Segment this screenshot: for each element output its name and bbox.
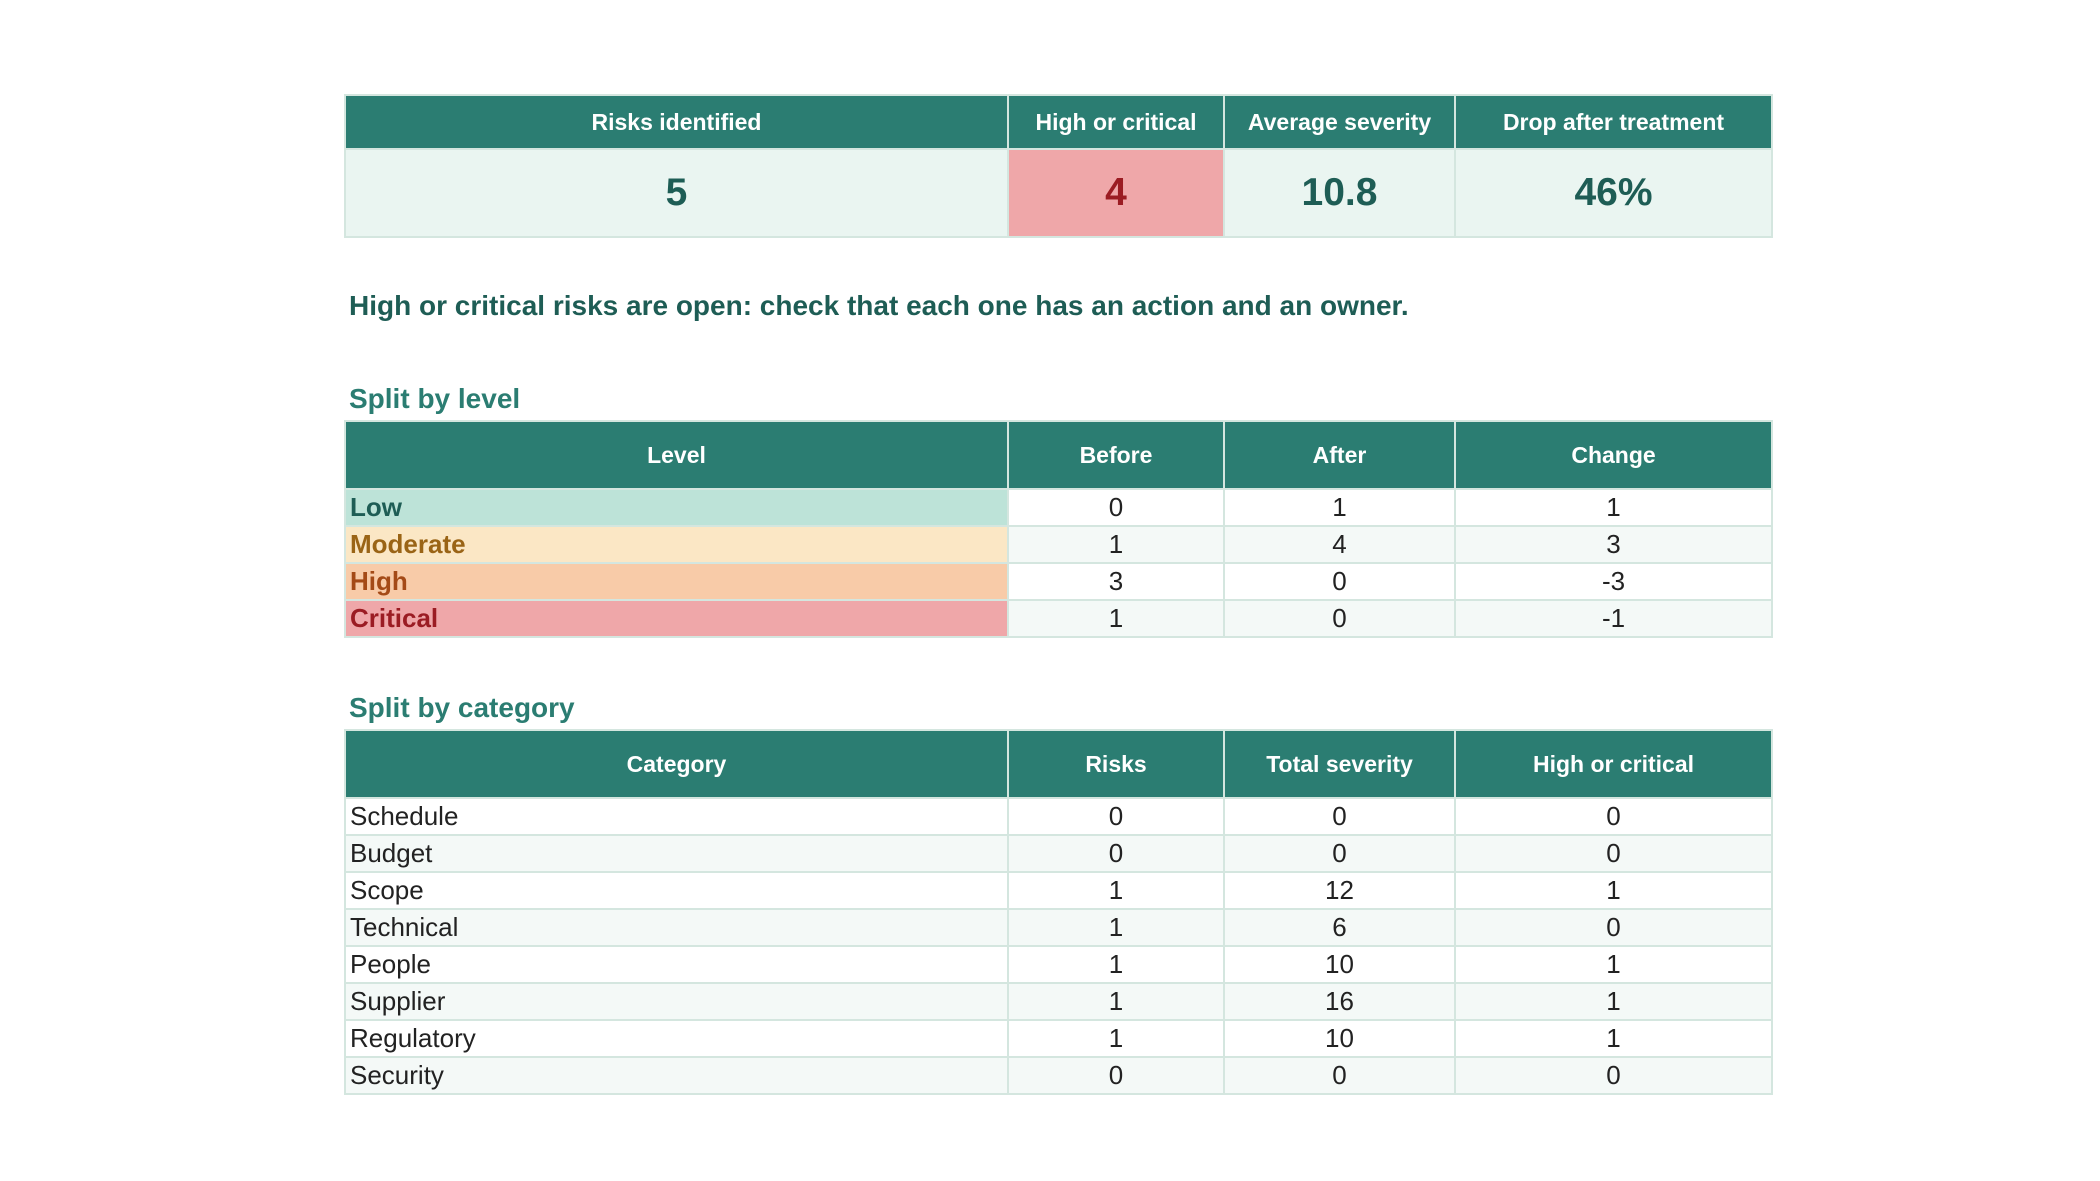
category-row-regulatory: Regulatory 1 10 1 [344, 1019, 1773, 1058]
category-cell-name[interactable]: Technical [344, 908, 1009, 947]
category-cell-high-or-critical[interactable]: 0 [1454, 1056, 1773, 1095]
category-cell-high-or-critical[interactable]: 0 [1454, 797, 1773, 836]
kpi-value-high-or-critical[interactable]: 4 [1007, 148, 1225, 238]
category-cell-high-or-critical[interactable]: 1 [1454, 982, 1773, 1021]
level-cell-before[interactable]: 3 [1007, 562, 1225, 601]
level-cell-change[interactable]: 1 [1454, 488, 1773, 527]
category-cell-total-severity[interactable]: 10 [1223, 1019, 1456, 1058]
category-cell-total-severity[interactable]: 12 [1223, 871, 1456, 910]
level-cell-before[interactable]: 1 [1007, 599, 1225, 638]
level-split-title: Split by level [349, 383, 521, 414]
category-cell-high-or-critical[interactable]: 0 [1454, 834, 1773, 873]
category-cell-total-severity[interactable]: 0 [1223, 797, 1456, 836]
level-cell-name[interactable]: Low [344, 488, 1009, 527]
level-cell-before[interactable]: 1 [1007, 525, 1225, 564]
category-cell-risks[interactable]: 1 [1007, 871, 1225, 910]
level-row-moderate: Moderate 1 4 3 [344, 525, 1773, 564]
level-cell-after[interactable]: 0 [1223, 562, 1456, 601]
category-cell-high-or-critical[interactable]: 0 [1454, 908, 1773, 947]
category-cell-total-severity[interactable]: 0 [1223, 834, 1456, 873]
level-cell-name[interactable]: Moderate [344, 525, 1009, 564]
kpi-value-row: 5 4 10.8 46% [344, 148, 1773, 238]
level-header-before: Before [1007, 420, 1225, 490]
kpi-header-high-or-critical: High or critical [1007, 94, 1225, 150]
category-cell-name[interactable]: Schedule [344, 797, 1009, 836]
category-cell-high-or-critical[interactable]: 1 [1454, 871, 1773, 910]
level-cell-change[interactable]: 3 [1454, 525, 1773, 564]
category-row-technical: Technical 1 6 0 [344, 908, 1773, 947]
level-row-low: Low 0 1 1 [344, 488, 1773, 527]
kpi-header-average-severity: Average severity [1223, 94, 1456, 150]
category-header-risks: Risks [1007, 729, 1225, 799]
level-row-high: High 3 0 -3 [344, 562, 1773, 601]
category-header-category: Category [344, 729, 1009, 799]
category-cell-name[interactable]: Budget [344, 834, 1009, 873]
category-row-scope: Scope 1 12 1 [344, 871, 1773, 910]
category-row-people: People 1 10 1 [344, 945, 1773, 984]
kpi-header-row: Risks identified High or critical Averag… [344, 94, 1773, 150]
category-cell-risks[interactable]: 1 [1007, 1019, 1225, 1058]
category-header-total-severity: Total severity [1223, 729, 1456, 799]
category-split-title: Split by category [349, 692, 575, 723]
kpi-value-risks-identified[interactable]: 5 [344, 148, 1009, 238]
level-header-after: After [1223, 420, 1456, 490]
category-cell-name[interactable]: People [344, 945, 1009, 984]
kpi-header-drop-after-treatment: Drop after treatment [1454, 94, 1773, 150]
level-cell-after[interactable]: 1 [1223, 488, 1456, 527]
category-row-security: Security 0 0 0 [344, 1056, 1773, 1095]
category-cell-total-severity[interactable]: 6 [1223, 908, 1456, 947]
category-cell-name[interactable]: Regulatory [344, 1019, 1009, 1058]
level-cell-change[interactable]: -3 [1454, 562, 1773, 601]
kpi-table: Risks identified High or critical Averag… [344, 94, 1773, 238]
category-cell-risks[interactable]: 0 [1007, 797, 1225, 836]
level-cell-after[interactable]: 4 [1223, 525, 1456, 564]
category-cell-total-severity[interactable]: 0 [1223, 1056, 1456, 1095]
category-cell-high-or-critical[interactable]: 1 [1454, 945, 1773, 984]
category-cell-risks[interactable]: 1 [1007, 945, 1225, 984]
level-header-level: Level [344, 420, 1009, 490]
category-cell-total-severity[interactable]: 10 [1223, 945, 1456, 984]
level-split-table: Level Before After Change Low 0 1 1 Mode… [344, 420, 1773, 638]
category-cell-name[interactable]: Security [344, 1056, 1009, 1095]
kpi-header-risks-identified: Risks identified [344, 94, 1009, 150]
level-cell-name[interactable]: High [344, 562, 1009, 601]
level-cell-change[interactable]: -1 [1454, 599, 1773, 638]
category-row-schedule: Schedule 0 0 0 [344, 797, 1773, 836]
category-cell-name[interactable]: Supplier [344, 982, 1009, 1021]
category-header-row: Category Risks Total severity High or cr… [344, 729, 1773, 799]
level-cell-before[interactable]: 0 [1007, 488, 1225, 527]
level-row-critical: Critical 1 0 -1 [344, 599, 1773, 638]
category-cell-risks[interactable]: 1 [1007, 908, 1225, 947]
category-cell-risks[interactable]: 0 [1007, 1056, 1225, 1095]
category-row-budget: Budget 0 0 0 [344, 834, 1773, 873]
category-cell-total-severity[interactable]: 16 [1223, 982, 1456, 1021]
level-cell-name[interactable]: Critical [344, 599, 1009, 638]
kpi-value-average-severity[interactable]: 10.8 [1223, 148, 1456, 238]
category-header-high-or-critical: High or critical [1454, 729, 1773, 799]
category-cell-high-or-critical[interactable]: 1 [1454, 1019, 1773, 1058]
category-row-supplier: Supplier 1 16 1 [344, 982, 1773, 1021]
kpi-value-drop-after-treatment[interactable]: 46% [1454, 148, 1773, 238]
level-cell-after[interactable]: 0 [1223, 599, 1456, 638]
category-split-table: Category Risks Total severity High or cr… [344, 729, 1773, 1095]
alert-message: High or critical risks are open: check t… [349, 290, 1409, 321]
category-cell-risks[interactable]: 1 [1007, 982, 1225, 1021]
level-header-change: Change [1454, 420, 1773, 490]
level-header-row: Level Before After Change [344, 420, 1773, 490]
category-cell-risks[interactable]: 0 [1007, 834, 1225, 873]
category-cell-name[interactable]: Scope [344, 871, 1009, 910]
